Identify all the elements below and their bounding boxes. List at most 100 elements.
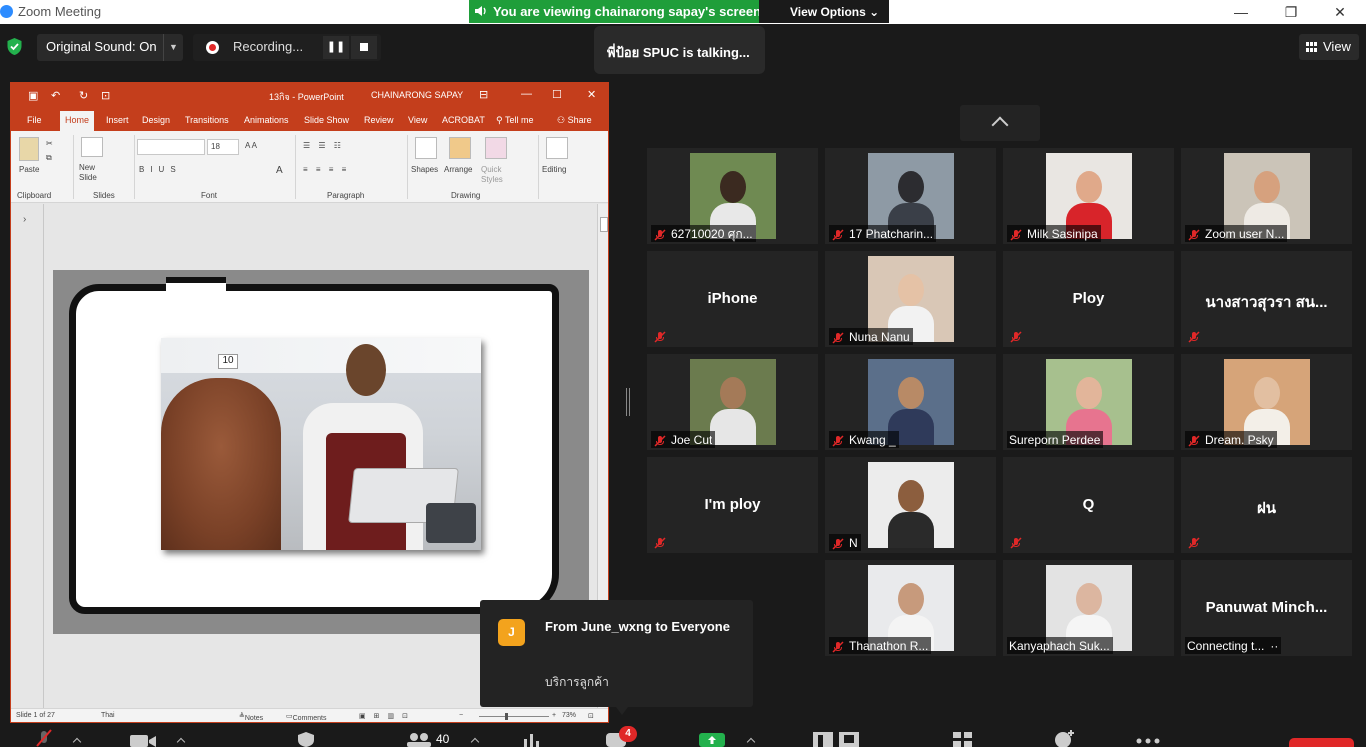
- chevron-down-icon[interactable]: ▼: [163, 34, 183, 61]
- zoom-slider[interactable]: [479, 716, 549, 717]
- participant-tile[interactable]: Panuwat Minch... Connecting t... ··: [1181, 560, 1352, 656]
- security-icon[interactable]: [296, 732, 316, 747]
- original-sound-button[interactable]: Original Sound: On ▼: [37, 34, 183, 61]
- apps-icon[interactable]: [952, 731, 974, 747]
- view-mode-buttons[interactable]: ▣⊞▥⊡: [359, 712, 416, 720]
- participants-options-caret[interactable]: [470, 737, 480, 747]
- split-view-handle[interactable]: [626, 388, 630, 416]
- save-icon[interactable]: ▣: [28, 89, 38, 102]
- fit-slide-icon[interactable]: ⊡: [588, 712, 594, 720]
- maximize-button[interactable]: ❐: [1276, 2, 1306, 22]
- notes-button[interactable]: ≜ Notes: [239, 712, 263, 722]
- quick-styles-label[interactable]: Quick Styles: [481, 165, 511, 185]
- editing-label[interactable]: Editing: [542, 165, 566, 174]
- arrange-icon[interactable]: [449, 137, 471, 159]
- chat-notification[interactable]: J From June_wxng to Everyone บริการลูกค้…: [480, 600, 753, 715]
- participant-tile[interactable]: Dream. Psky: [1181, 354, 1352, 450]
- undo-icon[interactable]: ↶: [51, 89, 60, 102]
- participant-tile[interactable]: Zoom user N...: [1181, 148, 1352, 244]
- list-buttons[interactable]: ☰ ☰ ☷: [303, 141, 344, 150]
- tab-file[interactable]: File: [27, 115, 42, 125]
- share-button[interactable]: ⚇ Share: [557, 115, 592, 126]
- view-options-button[interactable]: View Options ⌄: [759, 0, 889, 23]
- tab-view[interactable]: View: [408, 115, 427, 125]
- grow-font-icon[interactable]: A A: [245, 141, 257, 150]
- breakout-rooms-icon[interactable]: [812, 731, 862, 747]
- participant-tile[interactable]: I'm ploy: [647, 457, 818, 553]
- participant-tile[interactable]: Milk Sasinipa: [1003, 148, 1174, 244]
- participant-tile[interactable]: N: [825, 457, 996, 553]
- slide-panel-toggle[interactable]: ›: [11, 204, 44, 708]
- video-camera-icon[interactable]: [130, 734, 156, 747]
- ribbon-display-icon[interactable]: ⊟: [479, 88, 488, 101]
- tab-home[interactable]: Home: [60, 111, 95, 131]
- previous-page-button[interactable]: [960, 105, 1040, 141]
- ppt-maximize-button[interactable]: ☐: [552, 88, 562, 101]
- audio-options-caret[interactable]: [72, 737, 82, 747]
- reactions-icon[interactable]: [1052, 729, 1076, 747]
- search-icon[interactable]: [546, 137, 568, 159]
- tab-insert[interactable]: Insert: [106, 115, 129, 125]
- polls-icon[interactable]: [522, 733, 542, 747]
- tab-review[interactable]: Review: [364, 115, 394, 125]
- participant-tile[interactable]: Joe Cut: [647, 354, 818, 450]
- tab-design[interactable]: Design: [142, 115, 170, 125]
- pause-recording-button[interactable]: ❚❚: [323, 36, 349, 59]
- participant-tile[interactable]: Sureporn Perdee: [1003, 354, 1174, 450]
- zoom-slider-thumb[interactable]: [505, 713, 508, 720]
- participant-tile[interactable]: Ploy: [1003, 251, 1174, 347]
- ppt-close-button[interactable]: ✕: [587, 88, 596, 101]
- font-size-box[interactable]: 18: [207, 139, 239, 155]
- more-icon[interactable]: [1136, 738, 1160, 744]
- video-options-caret[interactable]: [176, 737, 186, 747]
- participant-tile[interactable]: ฝน: [1181, 457, 1352, 553]
- slide-photo-cashier[interactable]: 10: [161, 338, 481, 550]
- shapes-icon[interactable]: [415, 137, 437, 159]
- font-format-buttons[interactable]: BIUS: [139, 165, 182, 174]
- participants-icon[interactable]: [405, 732, 433, 747]
- zoom-in-button[interactable]: +: [552, 712, 556, 719]
- slide-canvas[interactable]: 10: [53, 270, 589, 634]
- participant-tile[interactable]: 17 Phatcharin...: [825, 148, 996, 244]
- copy-icon[interactable]: ⧉: [46, 153, 52, 163]
- present-icon[interactable]: ⊡: [101, 89, 110, 102]
- align-buttons[interactable]: ≡ ≡ ≡ ≡: [303, 165, 349, 174]
- paste-icon[interactable]: [19, 137, 39, 161]
- mic-muted-icon[interactable]: [34, 729, 54, 747]
- share-options-caret[interactable]: [746, 737, 756, 747]
- tab-slide-show[interactable]: Slide Show: [304, 115, 349, 125]
- participant-tile[interactable]: นางสาวสุวรา สน...: [1181, 251, 1352, 347]
- view-button[interactable]: View: [1299, 34, 1359, 60]
- share-screen-icon[interactable]: [699, 733, 725, 747]
- new-slide-label[interactable]: New Slide: [79, 163, 107, 183]
- cut-icon[interactable]: ✂: [46, 139, 53, 148]
- tab-acrobat[interactable]: ACROBAT: [442, 115, 485, 125]
- end-meeting-button[interactable]: [1289, 738, 1354, 747]
- close-button[interactable]: ✕: [1325, 2, 1355, 22]
- shield-check-icon[interactable]: [6, 37, 23, 56]
- participant-tile[interactable]: Nuna Nanu: [825, 251, 996, 347]
- redo-icon[interactable]: ↻: [79, 89, 88, 102]
- participant-tile[interactable]: iPhone: [647, 251, 818, 347]
- minimize-button[interactable]: —: [1226, 2, 1256, 22]
- font-name-box[interactable]: [137, 139, 205, 155]
- quick-styles-icon[interactable]: [485, 137, 507, 159]
- participant-tile[interactable]: Q: [1003, 457, 1174, 553]
- shapes-label[interactable]: Shapes: [411, 165, 438, 174]
- participant-tile[interactable]: Kwang _: [825, 354, 996, 450]
- stop-recording-button[interactable]: [351, 36, 377, 59]
- font-color-icon[interactable]: A: [276, 165, 283, 176]
- tell-me-search[interactable]: ⚲ Tell me: [496, 115, 533, 126]
- new-slide-icon[interactable]: [81, 137, 103, 157]
- paste-label[interactable]: Paste: [19, 165, 39, 174]
- arrange-label[interactable]: Arrange: [444, 165, 472, 174]
- participant-tile[interactable]: 62710020 ศุก...: [647, 148, 818, 244]
- participant-tile[interactable]: Kanyaphach Suk...: [1003, 560, 1174, 656]
- participant-tile[interactable]: Thanathon R...: [825, 560, 996, 656]
- ppt-minimize-button[interactable]: —: [521, 88, 532, 100]
- tab-transitions[interactable]: Transitions: [185, 115, 229, 125]
- zoom-level[interactable]: 73%: [562, 712, 576, 719]
- zoom-out-button[interactable]: −: [459, 712, 463, 719]
- tab-animations[interactable]: Animations: [244, 115, 289, 125]
- comments-button[interactable]: ▭ Comments: [286, 712, 326, 722]
